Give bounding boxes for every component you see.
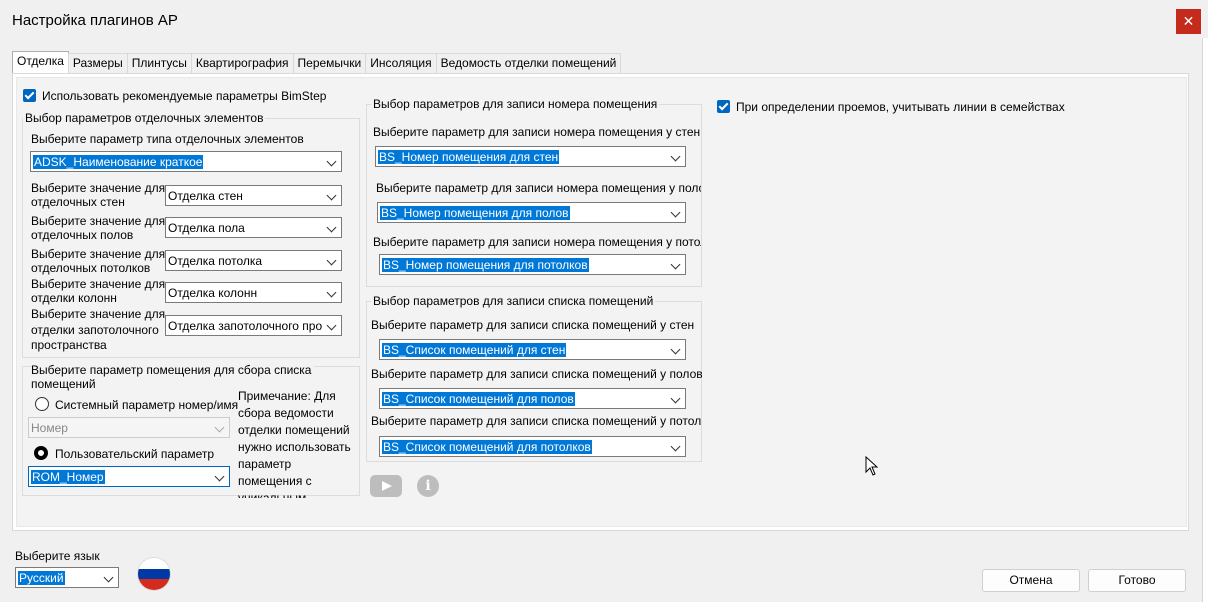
close-button[interactable]: ✕ [1176,9,1201,34]
above-ceiling-value-label: Выберите значение для отделки запотолочн… [31,307,166,352]
window-edge [1202,38,1208,602]
user-param-combo[interactable]: ROM_Номер [28,466,230,487]
openings-checkbox[interactable] [717,100,730,113]
mouse-cursor-icon [865,456,879,476]
chevron-down-icon [326,190,337,201]
room-list-floors-value: BS_Список помещений для полов [382,392,575,406]
openings-label: При определении проемов, учитывать линии… [736,100,1065,114]
chevron-down-icon [670,151,681,162]
chevron-down-icon [214,471,225,482]
walls-value-combo[interactable]: Отделка стен [165,185,342,206]
room-list-walls-value: BS_Список помещений для стен [382,343,567,357]
system-param-label: Системный параметр номер/имя [55,398,239,412]
language-label: Выберите язык [15,549,100,563]
room-list-walls-label: Выберите параметр для записи списка поме… [371,318,695,332]
room-number-floors-combo[interactable]: BS_Номер помещения для полов [377,202,686,223]
room-number-floors-value: BS_Номер помещения для полов [380,206,570,220]
room-number-ceilings-combo[interactable]: BS_Номер помещения для потолков [379,254,686,275]
use-recommended-label: Использовать рекомендуемые параметры Bim… [42,89,327,103]
cancel-button[interactable]: Отмена [982,569,1080,592]
tab-skirting[interactable]: Плинтусы [126,53,192,73]
room-number-title: Выбор параметров для записи номера помещ… [373,97,658,111]
chevron-down-icon [670,441,681,452]
room-list-ceilings-value: BS_Список помещений для потолков [382,440,592,454]
type-param-label: Выберите параметр типа отделочных элемен… [31,132,304,146]
chevron-down-icon [326,156,337,167]
ceilings-value-combo[interactable]: Отделка потолка [165,250,342,271]
room-list-floors-label: Выберите параметр для записи списка поме… [371,367,703,381]
user-param-label: Пользовательский параметр [55,447,215,461]
room-number-ceilings-label: Выберите параметр для записи номера поме… [373,235,701,249]
tab-apartments[interactable]: Квартирография [190,53,294,73]
chevron-down-icon [670,259,681,270]
room-number-walls-label: Выберите параметр для записи номера поме… [373,125,701,139]
ceilings-value-label: Выберите значение для отделочных потолко… [31,247,166,275]
finishing-params-title: Выбор параметров отделочных элементов [25,111,264,125]
chevron-down-icon [670,393,681,404]
user-param-radio[interactable] [34,446,48,460]
room-list-ceilings-combo[interactable]: BS_Список помещений для потолков [379,436,686,457]
tab-lintels[interactable]: Перемычки [292,53,367,73]
russian-flag-icon [137,557,171,591]
room-param-title: Выберите параметр помещения для сбора сп… [31,363,315,391]
tab-finishing-schedule[interactable]: Ведомость отделки помещений [435,53,622,73]
columns-value: Отделка колонн [168,286,258,300]
chevron-down-icon [326,255,337,266]
tab-finishing[interactable]: Отделка [12,51,69,73]
walls-value-label: Выберите значение для отделочных стен [31,181,166,209]
type-param-value: ADSK_Наименование краткое [33,155,204,169]
info-icon[interactable]: i [417,475,439,497]
system-param-value: Номер [31,421,68,435]
room-list-ceilings-label: Выберите параметр для записи списка поме… [371,414,701,428]
room-number-walls-value: BS_Номер помещения для стен [378,150,560,164]
window-title: Настройка плагинов AP [12,12,178,29]
columns-value-label: Выберите значение для отделки колонн [31,277,166,305]
language-value: Русский [18,571,65,585]
chevron-down-icon [326,222,337,233]
room-list-walls-combo[interactable]: BS_Список помещений для стен [379,339,686,360]
use-recommended-checkbox[interactable] [23,89,36,102]
room-list-floors-combo[interactable]: BS_Список помещений для полов [379,388,686,409]
chevron-down-icon [326,320,337,331]
chevron-down-icon [214,422,225,433]
floors-value-combo[interactable]: Отделка пола [165,217,342,238]
above-ceiling-value-combo[interactable]: Отделка запотолочного про [165,315,342,336]
chevron-down-icon [670,207,681,218]
system-param-radio[interactable] [35,397,49,411]
type-param-combo[interactable]: ADSK_Наименование краткое [30,151,342,172]
room-number-floors-label: Выберите параметр для записи номера поме… [376,181,701,195]
tab-strip: Отделка Размеры Плинтусы Квартирография … [12,51,622,73]
above-ceiling-value: Отделка запотолочного про [168,319,323,333]
floors-value-label: Выберите значение для отделочных полов [31,214,166,242]
walls-value: Отделка стен [168,189,243,203]
chevron-down-icon [670,344,681,355]
chevron-down-icon [326,287,337,298]
tab-insolation[interactable]: Инсоляция [365,53,437,73]
user-param-value: ROM_Номер [31,470,105,484]
youtube-icon[interactable] [370,475,402,497]
language-combo[interactable]: Русский [15,567,119,588]
ceilings-value: Отделка потолка [168,254,263,268]
system-param-combo[interactable]: Номер [28,417,230,438]
tab-dimensions[interactable]: Размеры [67,53,128,73]
room-list-title: Выбор параметров для записи списка помещ… [373,294,654,308]
room-number-ceilings-value: BS_Номер помещения для потолков [382,258,589,272]
columns-value-combo[interactable]: Отделка колонн [165,282,342,303]
note-text: Примечание: Для сбора ведомости отделки … [238,389,351,498]
chevron-down-icon [103,572,114,583]
room-number-walls-combo[interactable]: BS_Номер помещения для стен [375,146,686,167]
floors-value: Отделка пола [168,221,245,235]
ok-button[interactable]: Готово [1088,569,1186,592]
